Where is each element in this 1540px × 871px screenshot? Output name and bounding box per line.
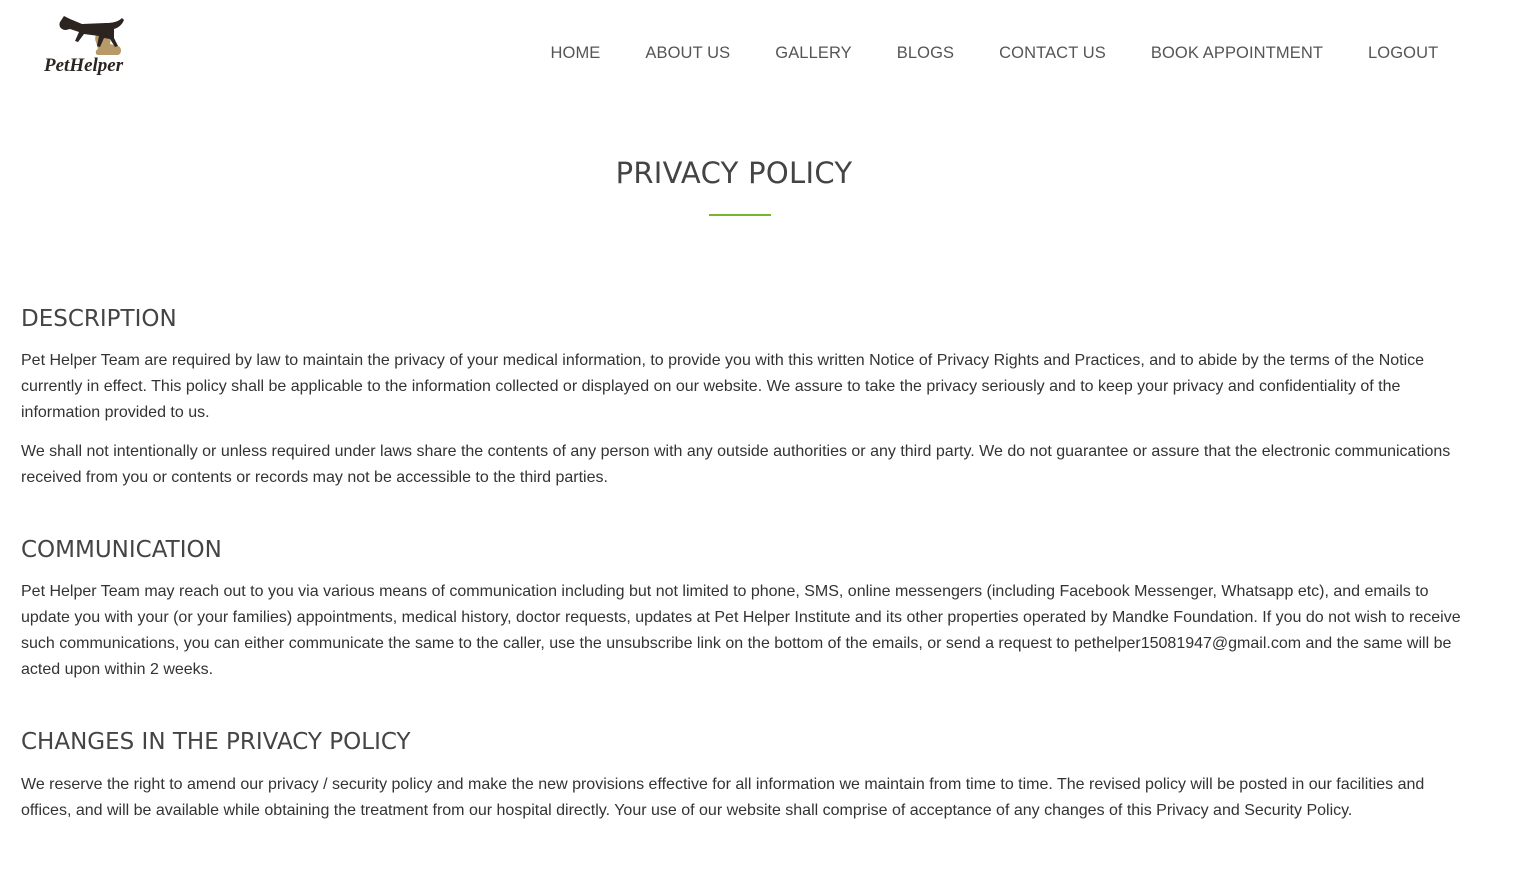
description-paragraph-2: We shall not intentionally or unless req… — [21, 443, 1451, 486]
dog-and-cat-logo-icon: PetHelper — [43, 16, 124, 76]
nav-book-appointment[interactable]: BOOK APPOINTMENT — [1128, 40, 1345, 66]
communication-paragraph: Pet Helper Team may reach out to you via… — [21, 583, 1461, 678]
site-header: PetHelper HOME ABOUT US GALLERY BLOGS CO… — [0, 0, 1540, 100]
description-paragraph-1: Pet Helper Team are required by law to m… — [21, 352, 1425, 421]
section-heading-communication: COMMUNICATION — [21, 537, 222, 563]
logo-text: PetHelper — [43, 55, 124, 76]
nav-logout[interactable]: LOGOUT — [1346, 40, 1461, 66]
main-nav: HOME ABOUT US GALLERY BLOGS CONTACT US B… — [528, 40, 1461, 66]
site-logo[interactable]: PetHelper — [40, 12, 152, 78]
page-title: PRIVACY POLICY — [615, 156, 853, 190]
nav-contact-us[interactable]: CONTACT US — [977, 40, 1129, 66]
nav-gallery[interactable]: GALLERY — [753, 40, 875, 66]
title-underline — [709, 214, 771, 216]
nav-blogs[interactable]: BLOGS — [874, 40, 976, 66]
nav-about-us[interactable]: ABOUT US — [623, 40, 753, 66]
changes-paragraph: We reserve the right to amend our privac… — [21, 776, 1425, 819]
nav-home[interactable]: HOME — [528, 40, 623, 66]
section-heading-description: DESCRIPTION — [21, 306, 177, 332]
section-heading-changes: CHANGES IN THE PRIVACY POLICY — [21, 729, 411, 755]
